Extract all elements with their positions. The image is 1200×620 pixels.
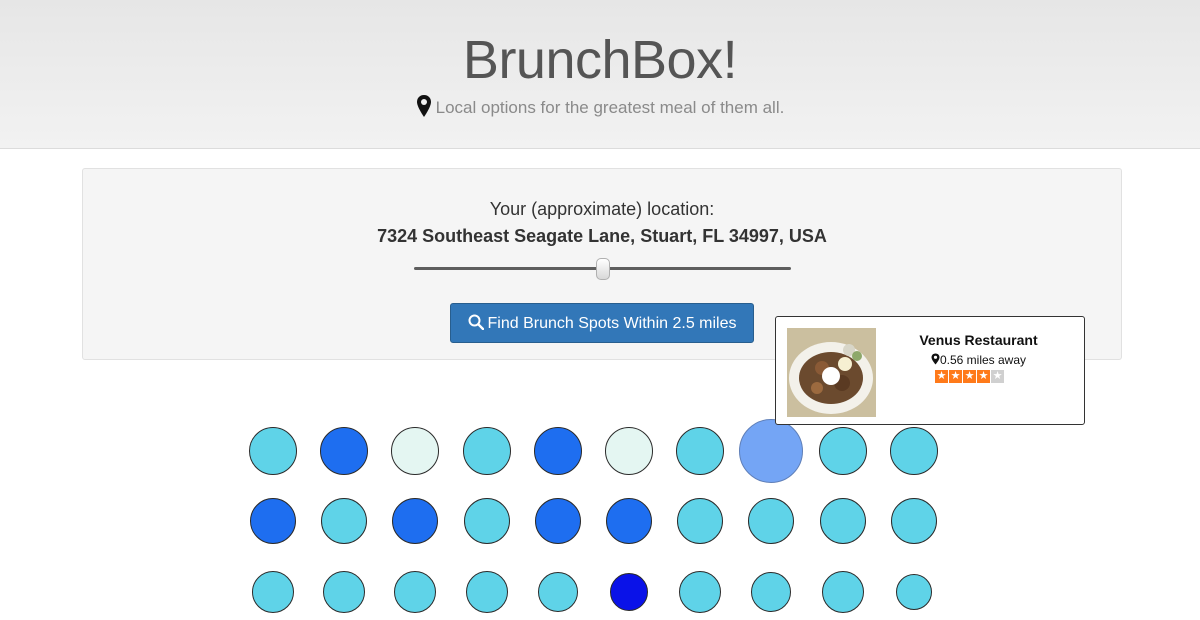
restaurant-bubble[interactable]	[890, 427, 938, 475]
restaurant-popup[interactable]: Venus Restaurant 0.56 miles away ★ ★ ★ ★ ★	[775, 316, 1085, 425]
tagline-text: Local options for the greatest meal of t…	[435, 98, 785, 117]
restaurant-bubble[interactable]	[463, 427, 511, 475]
restaurant-bubble[interactable]	[391, 427, 439, 475]
restaurant-bubble[interactable]	[820, 498, 866, 544]
restaurant-bubble[interactable]	[392, 498, 438, 544]
restaurant-bubble[interactable]	[896, 574, 932, 610]
star-icon: ★	[935, 370, 948, 383]
restaurant-bubble[interactable]	[679, 571, 721, 613]
rating-stars: ★ ★ ★ ★ ★	[935, 370, 1005, 383]
restaurant-bubble[interactable]	[891, 498, 937, 544]
restaurant-bubble[interactable]	[739, 419, 803, 483]
restaurant-distance-text: 0.56 miles away	[939, 353, 1027, 367]
star-icon: ★	[963, 370, 976, 383]
star-icon: ★	[977, 370, 990, 383]
map-pin-icon	[931, 353, 940, 365]
location-address: 7324 Southeast Seagate Lane, Stuart, FL …	[377, 226, 827, 246]
page-header: BrunchBox! Local options for the greates…	[0, 0, 1200, 149]
restaurant-distance: 0.56 miles away	[886, 353, 1071, 367]
page-title: BrunchBox!	[462, 30, 738, 90]
restaurant-bubble[interactable]	[321, 498, 367, 544]
star-icon: ★	[949, 370, 962, 383]
restaurant-bubble[interactable]	[677, 498, 723, 544]
restaurant-bubble[interactable]	[534, 427, 582, 475]
restaurant-bubble[interactable]	[323, 571, 365, 613]
restaurant-bubble[interactable]	[249, 427, 297, 475]
restaurant-name: Venus Restaurant	[919, 332, 1038, 348]
restaurant-bubble[interactable]	[606, 498, 652, 544]
star-icon: ★	[991, 370, 1004, 383]
restaurant-bubble[interactable]	[535, 498, 581, 544]
restaurant-bubble[interactable]	[748, 498, 794, 544]
restaurant-bubble[interactable]	[676, 427, 724, 475]
restaurant-bubble[interactable]	[320, 427, 368, 475]
restaurant-bubble[interactable]	[605, 427, 653, 475]
restaurant-bubble[interactable]	[751, 572, 791, 612]
food-photo	[787, 328, 876, 417]
restaurant-bubble[interactable]	[466, 571, 508, 613]
restaurant-bubble[interactable]	[394, 571, 436, 613]
restaurant-bubble[interactable]	[822, 571, 864, 613]
map-pin-icon	[416, 94, 432, 127]
tagline: Local options for the greatest meal of t…	[0, 94, 1200, 127]
radius-slider-thumb[interactable]	[595, 258, 610, 280]
restaurant-bubble[interactable]	[610, 573, 648, 611]
restaurant-bubble[interactable]	[464, 498, 510, 544]
find-brunch-button[interactable]: Find Brunch Spots Within 2.5 miles	[450, 303, 754, 343]
search-icon	[468, 306, 484, 346]
location-label: Your (approximate) location:	[489, 199, 715, 219]
restaurant-bubble[interactable]	[252, 571, 294, 613]
restaurant-bubble[interactable]	[819, 427, 867, 475]
restaurant-bubble[interactable]	[538, 572, 578, 612]
find-brunch-button-label: Find Brunch Spots Within 2.5 miles	[487, 315, 737, 332]
restaurant-bubble[interactable]	[250, 498, 296, 544]
